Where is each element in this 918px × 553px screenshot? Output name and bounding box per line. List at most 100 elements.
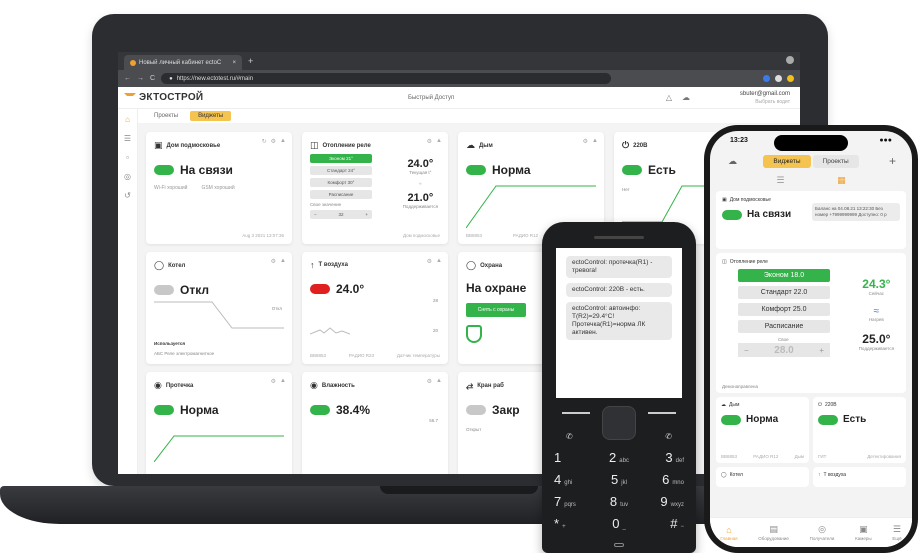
widget-humidity[interactable]: ◉ Влажность ⚙ ▲ 38.4% 56.7 xyxy=(302,372,448,474)
key-2[interactable]: 2 abc xyxy=(597,450,640,465)
window-control-icon[interactable] xyxy=(786,56,794,64)
trash-icon[interactable]: ▲ xyxy=(436,378,442,385)
add-button[interactable]: + xyxy=(889,154,896,168)
temp-stepper[interactable]: − 28.0 + xyxy=(738,343,830,357)
right-soft-key[interactable] xyxy=(648,412,676,414)
end-call-icon[interactable]: ✆ xyxy=(665,432,672,441)
mobile-widget-boiler[interactable]: ◯ Котел xyxy=(716,467,809,487)
refresh-icon[interactable]: ↻ xyxy=(262,138,267,145)
stepper-minus[interactable]: − xyxy=(314,212,317,217)
close-tab-icon[interactable]: × xyxy=(232,60,236,66)
layers-icon[interactable]: ☰ xyxy=(124,134,131,143)
mobile-widget-home[interactable]: ▣ Дом подмосковье На связи Баланс на 04.0… xyxy=(716,191,906,249)
widget-relay[interactable]: ◫ Отопление реле ⚙ ▲ Эконом 21° Стандарт 2… xyxy=(302,132,448,244)
seg-projects[interactable]: Проекты xyxy=(812,154,859,168)
mobile-widget-air[interactable]: ↑ Т воздуха xyxy=(813,467,906,487)
trash-icon[interactable]: ▲ xyxy=(280,378,286,385)
seg-widgets[interactable]: Виджеты xyxy=(763,154,811,168)
temp-stepper[interactable]: − 32 + xyxy=(310,210,372,219)
disarm-button[interactable]: Снять с охраны xyxy=(466,303,526,317)
target-temp-label: Поддерживается xyxy=(402,204,438,209)
call-icon[interactable]: ✆ xyxy=(566,432,573,441)
globe-icon[interactable]: ◎ xyxy=(124,172,131,181)
stepper-minus[interactable]: − xyxy=(744,346,749,355)
trash-icon[interactable]: ▲ xyxy=(280,258,286,265)
bell-icon[interactable]: △ xyxy=(666,93,672,102)
home-icon[interactable]: ⌂ xyxy=(125,115,130,124)
weather-icon[interactable]: ☁ xyxy=(728,156,737,167)
tab-cameras[interactable]: ▣ Камеры xyxy=(855,524,871,541)
widget-leak[interactable]: ◉ Протечка ⚙ ▲ Норма xyxy=(146,372,292,474)
mode-eco-button[interactable]: Эконом 21° xyxy=(310,154,372,163)
settings-icon[interactable]: ⚙ xyxy=(427,138,432,145)
feature-phone: ectoControl: протечка(R1) - тревога! ect… xyxy=(542,222,696,553)
mobile-widget-smoke[interactable]: ☁ Дым Норма ВВ8853 РАДИО R12 Дым xyxy=(716,397,809,463)
key-star[interactable]: * + xyxy=(554,516,597,531)
widget-boiler[interactable]: ◯ Котел ⚙ ▲ Откл Откл Используется АБС Рел… xyxy=(146,252,292,364)
key-hash[interactable]: # − xyxy=(641,516,684,531)
app-logo[interactable]: ЭКТОСТРОЙ xyxy=(124,92,203,103)
tab-equipment[interactable]: ▤ Оборудование xyxy=(758,524,789,541)
mobile-widget-220v[interactable]: ⏻ 220В Есть ГИТ Детектирования xyxy=(813,397,906,463)
key-3[interactable]: 3 def xyxy=(641,450,684,465)
extension-icon[interactable] xyxy=(763,75,770,82)
history-icon[interactable]: ↺ xyxy=(124,191,131,200)
mode-eco-button[interactable]: Эконом 18.0 xyxy=(738,269,830,282)
mobile-widget-relay[interactable]: ◫ Отопление реле Эконом 18.0 Стандарт 22.… xyxy=(716,253,906,393)
key-5[interactable]: 5 jkl xyxy=(597,472,640,487)
forward-icon[interactable]: → xyxy=(137,75,144,82)
settings-icon[interactable]: ⚙ xyxy=(427,378,432,385)
signal-icon: ●●● xyxy=(879,136,892,144)
profile-icon[interactable] xyxy=(787,75,794,82)
tab-projects[interactable]: Проекты xyxy=(146,111,186,121)
tab-home[interactable]: ⌂ Главная xyxy=(720,525,737,541)
widget-status: Норма xyxy=(180,403,219,417)
widget-title: Кран раб xyxy=(477,382,504,389)
url-field[interactable]: ● https://new.ectotest.ru/#main xyxy=(161,73,612,84)
tab-recipients[interactable]: ◎ Получатели xyxy=(810,524,835,541)
user-menu[interactable]: sbuter@gmail.com Выбрать водит xyxy=(740,90,790,106)
key-4[interactable]: 4 ghi xyxy=(554,472,597,487)
key-8[interactable]: 8 tuv xyxy=(597,494,640,509)
tab-more[interactable]: ☰ Ещё xyxy=(892,524,901,541)
mobile-half-row: ☁ Дым Норма ВВ8853 РАДИО R12 Дым ⏻ 220В Есть… xyxy=(716,397,906,463)
new-tab-button[interactable]: + xyxy=(248,56,253,66)
tab-widgets[interactable]: Виджеты xyxy=(190,111,232,121)
mode-schedule-button[interactable]: Расписание xyxy=(310,190,372,199)
mode-standard-button[interactable]: Стандарт 24° xyxy=(310,166,372,175)
grid-view-icon[interactable]: ▦ xyxy=(837,175,846,186)
browser-tab[interactable]: Новый личный кабинет ectoC × xyxy=(124,55,242,70)
device-icon[interactable]: ▫ xyxy=(126,153,129,162)
left-soft-key[interactable] xyxy=(562,412,590,414)
settings-icon[interactable]: ⚙ xyxy=(271,138,276,145)
dpad[interactable] xyxy=(602,406,636,440)
key-6[interactable]: 6 mno xyxy=(641,472,684,487)
back-icon[interactable]: ← xyxy=(124,75,131,82)
widget-home[interactable]: ▣ Дом подмосковье ↻ ⚙ ▲ На связи Wi-Fi хоро… xyxy=(146,132,292,244)
trash-icon[interactable]: ▲ xyxy=(280,138,286,145)
trash-icon[interactable]: ▲ xyxy=(592,138,598,145)
key-1[interactable]: 1 xyxy=(554,450,597,465)
widget-air-temp[interactable]: ↑ Т воздуха ⚙ ▲ 24.0° 28 20 ВВ8853 РАДИО R2… xyxy=(302,252,448,364)
phone-speaker xyxy=(594,236,644,239)
stepper-plus[interactable]: + xyxy=(819,346,824,355)
settings-icon[interactable]: ⚙ xyxy=(271,258,276,265)
mode-schedule-button[interactable]: Расписание xyxy=(738,320,830,333)
key-0[interactable]: 0 _ xyxy=(597,516,640,531)
puzzle-icon[interactable] xyxy=(775,75,782,82)
key-9[interactable]: 9 wxyz xyxy=(641,494,684,509)
trash-icon[interactable]: ▲ xyxy=(436,138,442,145)
mode-comfort-button[interactable]: Комфорт 25.0 xyxy=(738,303,830,316)
trash-icon[interactable]: ▲ xyxy=(436,258,442,265)
quick-access-link[interactable]: Быстрый Доступ xyxy=(408,95,454,101)
mode-standard-button[interactable]: Стандарт 22.0 xyxy=(738,286,830,299)
reload-icon[interactable]: C xyxy=(150,75,155,82)
settings-icon[interactable]: ⚙ xyxy=(427,258,432,265)
settings-icon[interactable]: ⚙ xyxy=(583,138,588,145)
settings-icon[interactable]: ⚙ xyxy=(271,378,276,385)
key-7[interactable]: 7 pqrs xyxy=(554,494,597,509)
cloud-icon[interactable]: ☁ xyxy=(682,93,690,102)
mode-comfort-button[interactable]: Комфорт 30° xyxy=(310,178,372,187)
stepper-plus[interactable]: + xyxy=(365,212,368,217)
list-view-icon[interactable]: ☰ xyxy=(776,175,784,186)
